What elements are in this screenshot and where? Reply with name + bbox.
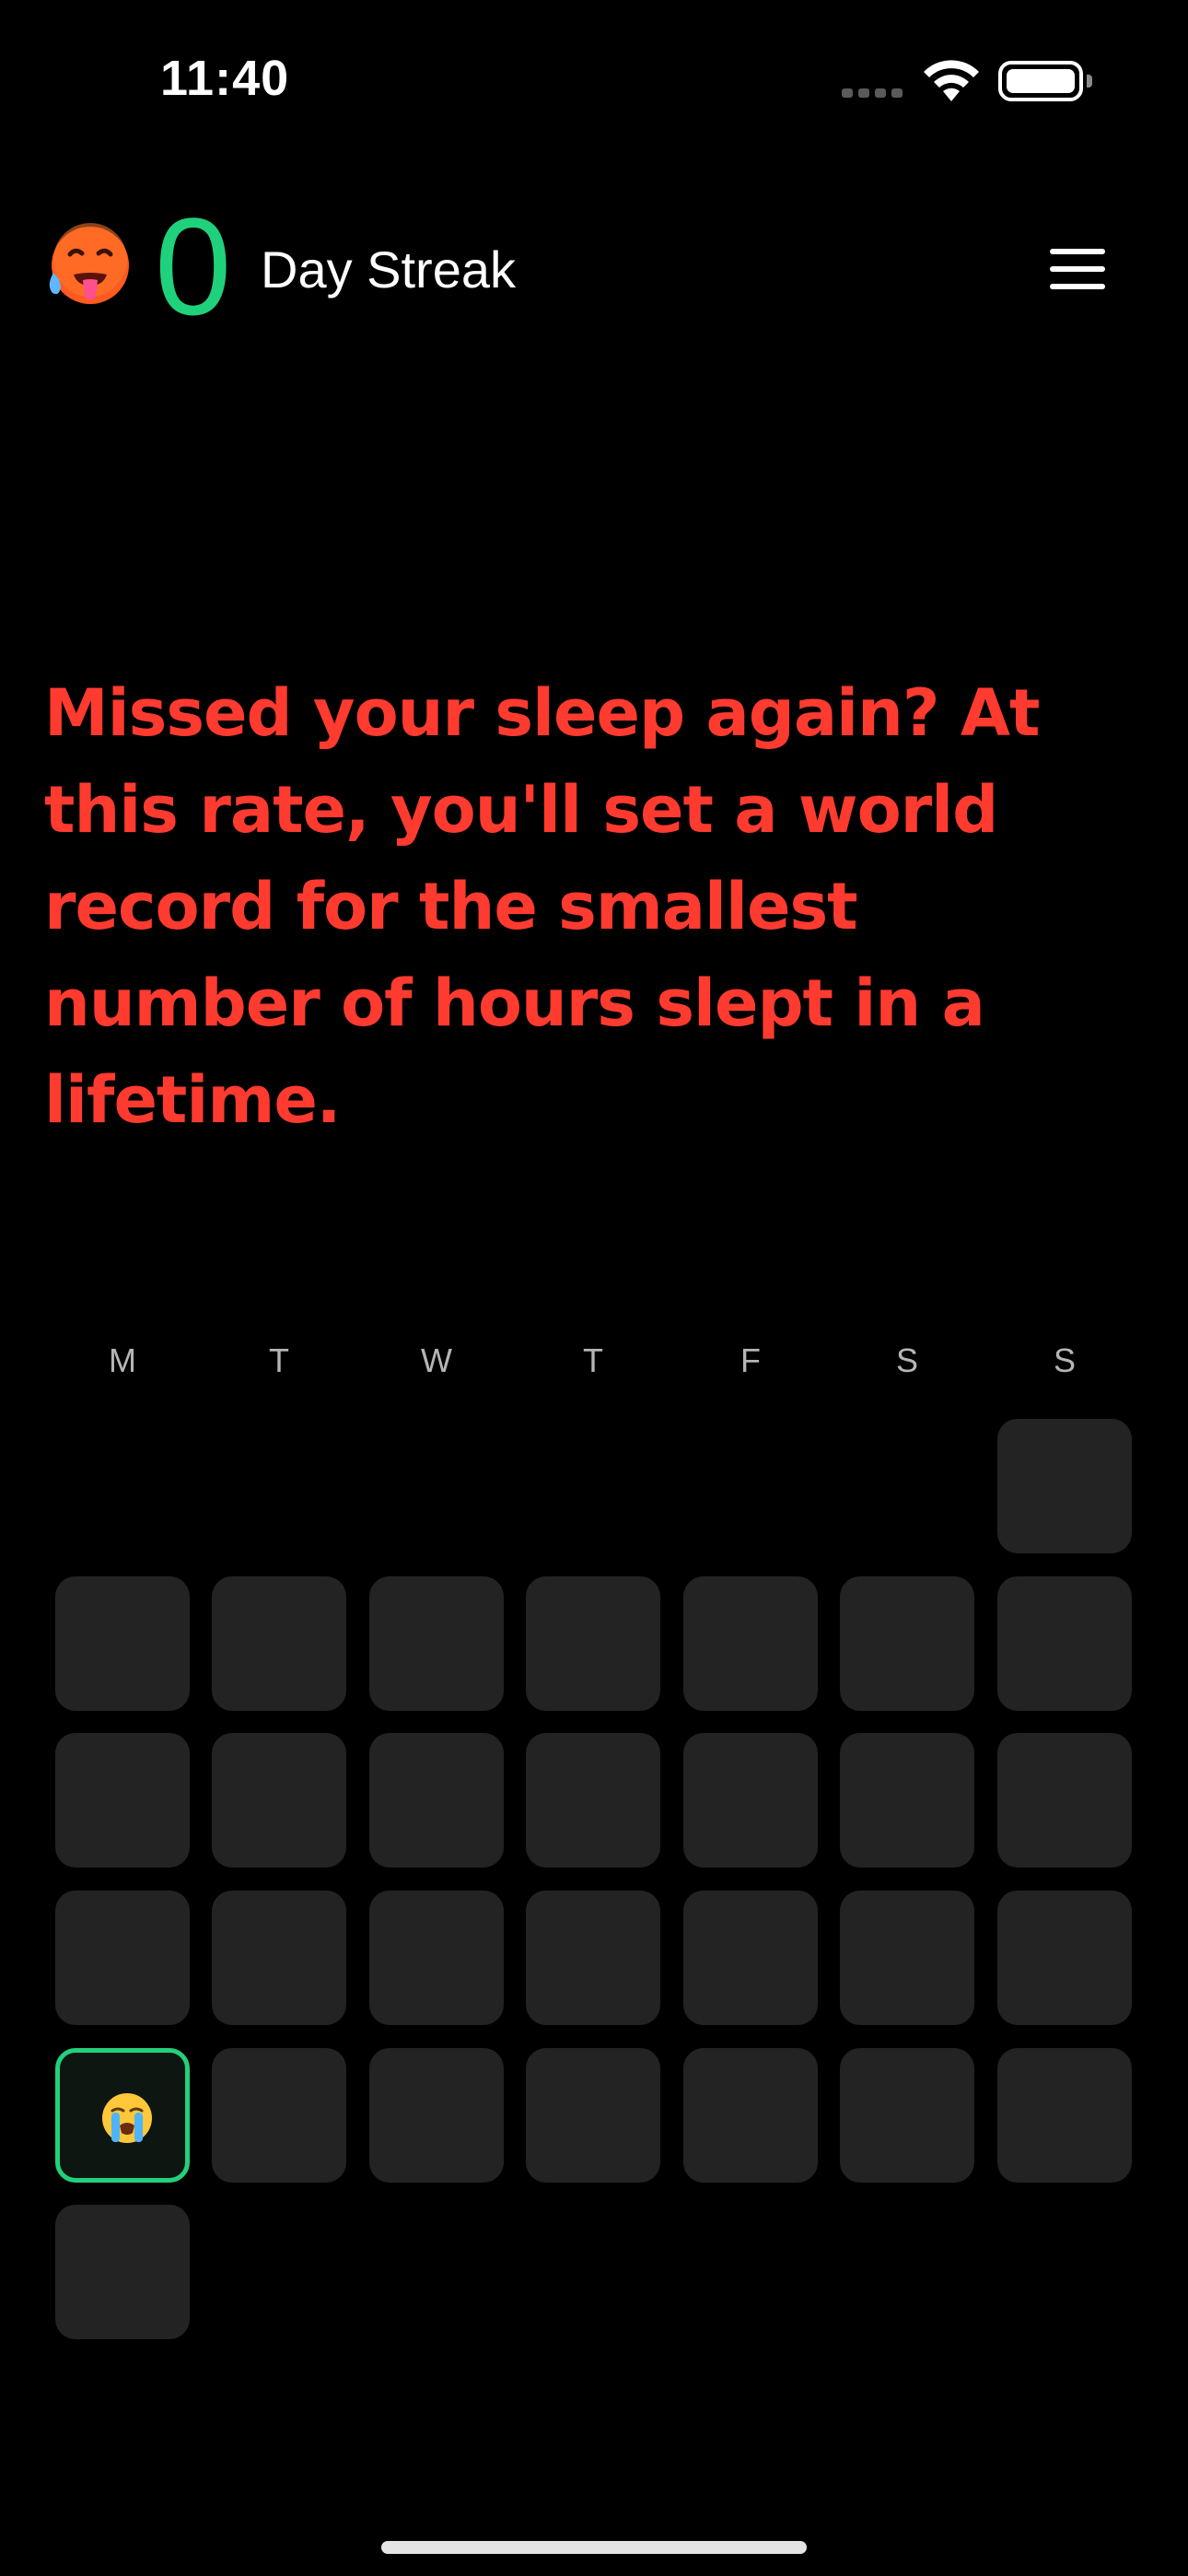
calendar-day-cell[interactable] [212, 1733, 346, 1868]
weekday-label-wed: W [421, 1341, 452, 1379]
calendar-day-cell[interactable] [683, 1891, 818, 2025]
calendar-day-cell[interactable] [683, 1576, 818, 1711]
calendar-day-cell[interactable] [997, 1576, 1132, 1711]
calendar-day-cell[interactable] [526, 1891, 660, 2025]
status-time: 11:40 [160, 51, 290, 106]
weekday-label-sat: S [895, 1341, 918, 1379]
calendar-day-cell[interactable] [997, 2048, 1132, 2183]
calendar-day-cell[interactable] [55, 1576, 190, 1711]
calendar-day-cell[interactable] [55, 1733, 190, 1868]
battery-icon [998, 61, 1092, 101]
calendar-day-cell[interactable] [997, 1891, 1132, 2025]
calendar-day-cell[interactable] [997, 1419, 1132, 1553]
calendar-day-cell[interactable] [55, 2205, 190, 2339]
weekday-label-mon: M [109, 1341, 136, 1379]
calendar-day-cell[interactable] [212, 2048, 346, 2183]
cellular-signal-icon [842, 88, 903, 98]
loudly-crying-face-emoji-icon [102, 2093, 152, 2143]
weekday-label-fri: F [740, 1341, 761, 1379]
calendar-day-cell[interactable] [683, 1733, 818, 1868]
menu-button[interactable] [1050, 249, 1105, 289]
calendar-day-cell[interactable] [369, 2048, 504, 2183]
home-indicator[interactable] [381, 2541, 807, 2554]
wifi-icon [924, 60, 979, 101]
sleep-message: Missed your sleep again? At this rate, y… [44, 675, 1041, 1138]
hot-face-emoji-icon [49, 223, 129, 304]
calendar-day-cell[interactable] [212, 1576, 346, 1711]
calendar-day-cell[interactable] [369, 1576, 504, 1711]
calendar-day-cell[interactable] [840, 1733, 974, 1868]
calendar-day-cell[interactable] [840, 1576, 974, 1711]
calendar-day-cell[interactable] [840, 2048, 974, 2183]
calendar-day-cell[interactable] [840, 1891, 974, 2025]
calendar-day-cell[interactable] [369, 1733, 504, 1868]
streak-label: Day Streak [261, 240, 516, 299]
weekday-label-thu: T [583, 1341, 603, 1379]
calendar-day-cell[interactable] [526, 1576, 660, 1711]
calendar-day-cell[interactable] [55, 1891, 190, 2025]
calendar-day-cell[interactable] [683, 2048, 818, 2183]
weekday-label-sun: S [1053, 1341, 1076, 1379]
hamburger-menu-icon [1050, 249, 1105, 254]
streak-count: 0 [155, 189, 232, 344]
calendar-day-cell[interactable] [369, 1891, 504, 2025]
calendar-day-cell[interactable] [997, 1733, 1132, 1868]
calendar-day-cell-today[interactable] [55, 2048, 190, 2183]
calendar-day-cell[interactable] [212, 1891, 346, 2025]
calendar-day-cell[interactable] [526, 2048, 660, 2183]
weekday-label-tue: T [269, 1341, 289, 1379]
calendar-day-cell[interactable] [526, 1733, 660, 1868]
